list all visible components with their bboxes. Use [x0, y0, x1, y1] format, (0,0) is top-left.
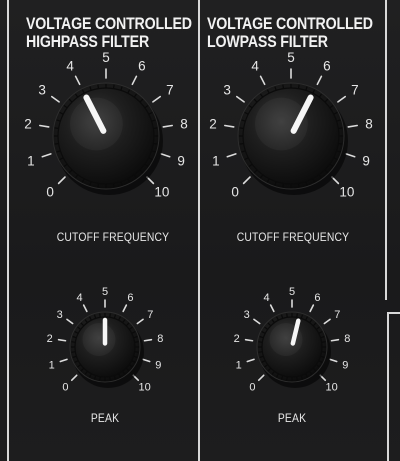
lpf-cutoff-tick-2: [224, 124, 235, 128]
lpf-peak-scale-label-9: 9: [342, 359, 348, 371]
lpf-peak-scale-label-10: 10: [325, 382, 337, 394]
hpf-peak-scale-label-0: 0: [62, 382, 68, 394]
lpf-peak-tick-7: [323, 318, 331, 325]
hpf-peak-knob[interactable]: 012345678910: [47, 286, 164, 394]
lpf-peak-scale-label-3: 3: [244, 309, 250, 321]
hpf-cutoff-tick-0: [57, 176, 66, 185]
hpf-peak-tick-8: [143, 338, 153, 342]
hpf-cutoff-tick-6: [131, 75, 138, 86]
hpf-cutoff-scale-label-4: 4: [66, 58, 74, 73]
hpf-peak-tick-1: [59, 358, 68, 363]
hpf-peak-scale-label-3: 3: [57, 309, 63, 321]
lpf-cutoff-scale-label-5: 5: [287, 50, 295, 65]
lpf-peak-scale-label-1: 1: [236, 359, 242, 371]
filter-panel: VOLTAGE CONTROLLED HIGHPASS FILTER VOLTA…: [0, 0, 400, 461]
lpf-cutoff-scale-label-6: 6: [323, 58, 331, 73]
hpf-peak-tick-6: [122, 304, 128, 313]
lpf-cutoff-scale-label-0: 0: [231, 185, 239, 200]
lpf-peak-knob[interactable]: 012345678910: [234, 286, 351, 394]
hpf-cutoff-tick-4: [74, 75, 81, 86]
lpf-peak-tick-1: [246, 358, 255, 363]
lpf-cutoff-scale-label-2: 2: [209, 117, 217, 132]
hpf-cutoff-tick-2: [39, 124, 50, 128]
lpf-cutoff-knob[interactable]: 0 1 2 3 4 5 6 7 8 9 10: [209, 50, 373, 200]
knob-layer: 012345678910 012345678910012345678910 0123…: [24, 50, 373, 394]
hpf-cutoff-scale-label-9: 9: [177, 153, 185, 168]
hpf-peak-scale-label-9: 9: [155, 359, 161, 371]
hpf-peak-scale-label-5: 5: [102, 286, 108, 298]
hpf-peak-tick-3: [66, 318, 74, 325]
lpf-cutoff-tick-6: [316, 75, 323, 86]
lpf-cutoff-scale-label-9: 9: [362, 153, 370, 168]
lpf-peak-tick-8: [330, 338, 340, 342]
lpf-cutoff-tick-3: [235, 95, 245, 103]
hpf-cutoff-scale-label-6: 6: [138, 58, 146, 73]
hpf-cutoff-tick-7: [152, 95, 162, 103]
lpf-cutoff-scale-label-7: 7: [351, 82, 359, 97]
hpf-peak-scale-label-10: 10: [138, 382, 150, 394]
hpf-peak-scale-label-7: 7: [147, 309, 153, 321]
lpf-peak-tick-6: [309, 304, 315, 313]
hpf-peak-tick-7: [136, 318, 144, 325]
lpf-cutoff-tick-4: [259, 75, 266, 86]
hpf-cutoff-scale-label-5: 5: [102, 50, 110, 65]
lpf-cutoff-scale-label-3: 3: [223, 82, 231, 97]
hpf-peak-scale-label-6: 6: [127, 292, 133, 304]
lpf-peak-tick-9: [329, 358, 338, 363]
lpf-peak-scale-label-5: 5: [289, 286, 295, 298]
lpf-cutoff-tick-7: [337, 95, 347, 103]
hpf-peak-tick-4: [82, 304, 88, 313]
lpf-peak-scale-label-8: 8: [344, 333, 350, 345]
hpf-cutoff-scale-label-3: 3: [38, 82, 46, 97]
hpf-peak-scale-label-1: 1: [49, 359, 55, 371]
lpf-cutoff-tick-0: [242, 176, 251, 185]
hpf-peak-tick-0: [70, 374, 78, 382]
lpf-peak-tick-3: [253, 318, 261, 325]
hpf-cutoff-scale-label-0: 0: [46, 185, 54, 200]
lpf-peak-scale-label-4: 4: [264, 292, 270, 304]
lpf-peak-tick-4: [269, 304, 275, 313]
lpf-cutoff-tick-1: [226, 153, 237, 158]
lpf-peak-scale-label-6: 6: [314, 292, 320, 304]
lpf-cutoff-scale-label-10: 10: [339, 185, 354, 200]
hpf-cutoff-scale-label-2: 2: [24, 117, 32, 132]
hpf-cutoff-tick-8: [162, 124, 173, 128]
lpf-cutoff-tick-9: [345, 153, 356, 158]
hpf-peak-scale-label-4: 4: [77, 292, 83, 304]
lpf-cutoff-scale-label-4: 4: [251, 58, 259, 73]
hpf-cutoff-tick-3: [50, 95, 60, 103]
hpf-cutoff-knob[interactable]: 0 1 2 3 4 5 6 7 8 9 10: [24, 50, 188, 200]
hpf-cutoff-scale-label-7: 7: [166, 82, 174, 97]
lpf-peak-scale-label-2: 2: [234, 333, 240, 345]
hpf-peak-scale-label-8: 8: [157, 333, 163, 345]
hpf-cutoff-scale-label-1: 1: [27, 153, 35, 168]
lpf-cutoff-scale-label-1: 1: [212, 153, 220, 168]
hpf-peak-tick-9: [142, 358, 151, 363]
lpf-peak-tick-2: [244, 338, 254, 342]
lpf-cutoff-tick-8: [347, 124, 358, 128]
hpf-cutoff-scale-label-8: 8: [180, 117, 188, 132]
hpf-peak-scale-label-2: 2: [47, 333, 53, 345]
lpf-peak-tick-0: [257, 374, 265, 382]
lpf-cutoff-scale-label-8: 8: [365, 117, 373, 132]
hpf-cutoff-highlight: [70, 97, 123, 151]
hpf-peak-tick-2: [57, 338, 67, 342]
hpf-cutoff-tick-1: [41, 153, 52, 158]
hpf-cutoff-scale-label-10: 10: [154, 185, 169, 200]
hpf-cutoff-tick-9: [160, 153, 171, 158]
lpf-peak-scale-label-7: 7: [334, 309, 340, 321]
lpf-peak-scale-label-0: 0: [249, 382, 255, 394]
hpf-peak-highlight: [82, 323, 116, 356]
